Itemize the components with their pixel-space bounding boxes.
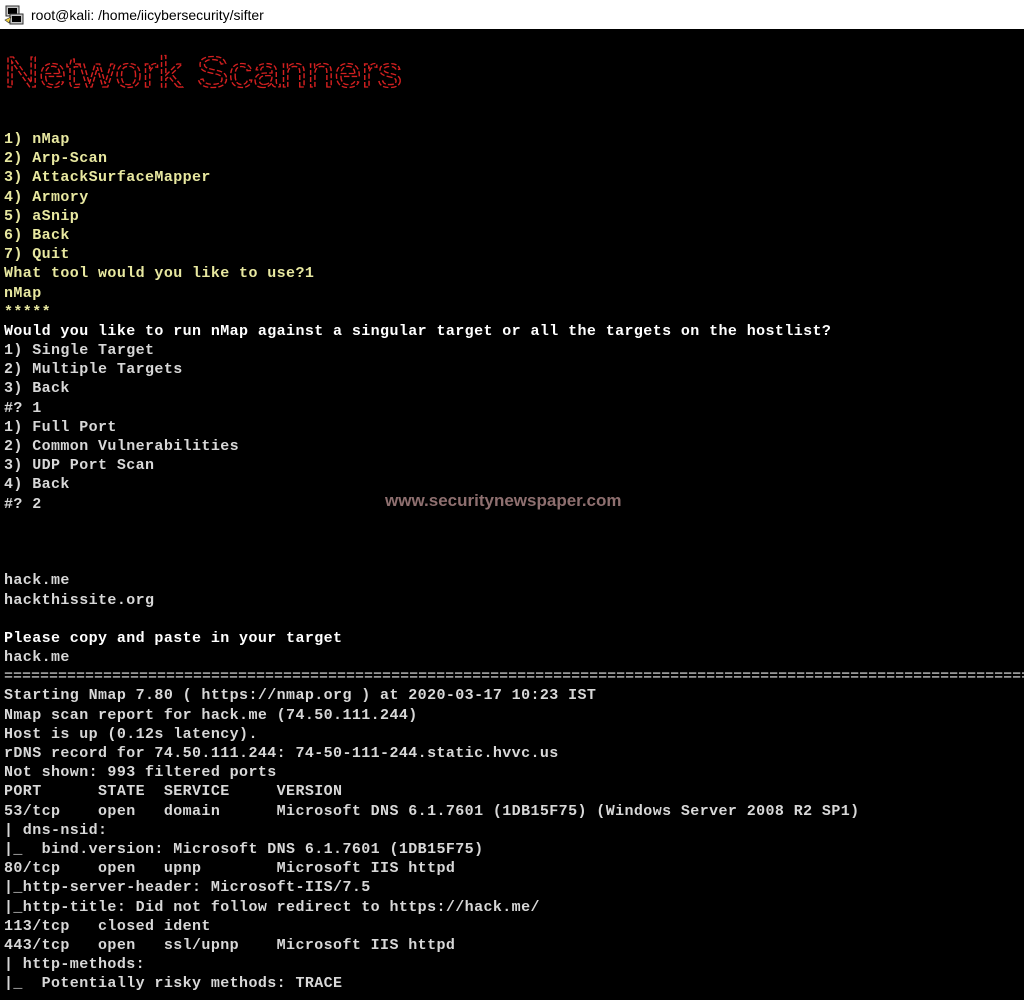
terminal-line: rDNS record for 74.50.111.244: 74-50-111… — [4, 745, 559, 762]
watermark: www.securitynewspaper.com — [385, 491, 622, 510]
banner-text: Network Scanners — [4, 48, 402, 97]
terminal-line: 2) Multiple Targets — [4, 361, 183, 379]
terminal-line: Nmap scan report for hack.me (74.50.111.… — [4, 706, 418, 724]
terminal-line: 7) Quit — [4, 246, 70, 264]
terminal-line: | http-methods: — [4, 956, 146, 974]
terminal-line: 53/tcp open domain Microsoft DNS 6.1.760… — [4, 802, 860, 820]
terminal-line: #? 1 — [4, 399, 42, 417]
terminal-line: |_http-title: Did not follow redirect to… — [4, 898, 540, 916]
terminal-line: Not shown: 993 filtered ports — [4, 764, 277, 782]
terminal-line: 4) Armory — [4, 188, 89, 206]
terminal-line: |_http-server-header: Microsoft-IIS/7.5 — [4, 879, 371, 897]
terminal-line: hack.me — [4, 649, 70, 667]
terminal-line: Would you like to run nMap against a sin… — [4, 322, 832, 340]
putty-terminal-icon — [4, 5, 24, 24]
terminal-line: 443/tcp open ssl/upnp Microsoft IIS http… — [4, 936, 456, 954]
terminal-line: 3) Back — [4, 380, 70, 398]
terminal-line: PORT STATE SERVICE VERSION — [4, 783, 343, 801]
terminal-line: Starting Nmap 7.80 ( https://nmap.org ) … — [4, 687, 597, 705]
terminal-line: 2) Common Vulnerabilities — [4, 438, 240, 455]
terminal-line: 1) Full Port — [4, 418, 117, 436]
terminal-output[interactable]: Network Scanners 1) nMap 2) Arp-Scan 3) At… — [0, 29, 1024, 1000]
terminal-line: | dns-nsid: — [4, 821, 108, 839]
terminal-line: 3) UDP Port Scan — [4, 457, 155, 475]
terminal-line: ========================================… — [4, 668, 1024, 686]
terminal-line: |_ Potentially risky methods: TRACE — [4, 975, 343, 993]
ascii-banner: Network Scanners — [4, 47, 403, 97]
terminal-line: |_ bind.version: Microsoft DNS 6.1.7601 … — [4, 840, 484, 858]
terminal-line: 113/tcp closed ident — [4, 917, 211, 935]
window-titlebar[interactable]: root@kali: /home/iicybersecurity/sifter — [0, 0, 1024, 30]
terminal-line: ***** — [4, 303, 52, 321]
terminal-line: Host is up (0.12s latency). — [4, 725, 258, 743]
terminal-line: 6) Back — [4, 226, 70, 244]
terminal-line: 3) AttackSurfaceMapper — [4, 169, 211, 187]
window-title: root@kali: /home/iicybersecurity/sifter — [31, 6, 264, 23]
terminal-line: hackthissite.org — [4, 591, 155, 609]
terminal-line: 2) Arp-Scan — [4, 150, 108, 168]
terminal-line: 1) nMap — [4, 131, 70, 148]
terminal-line: nMap — [4, 284, 42, 302]
terminal-line: hack.me — [4, 572, 70, 590]
terminal-line: Please copy and paste in your target — [4, 629, 343, 647]
terminal-line: What tool would you like to use?1 — [4, 265, 315, 283]
terminal-lines: 1) nMap 2) Arp-Scan 3) AttackSurfaceMapper… — [4, 130, 1024, 993]
terminal-line: 80/tcp open upnp Microsoft IIS httpd — [4, 860, 456, 878]
terminal-line: 5) aSnip — [4, 207, 80, 225]
terminal-line: 1) Single Target — [4, 342, 155, 360]
